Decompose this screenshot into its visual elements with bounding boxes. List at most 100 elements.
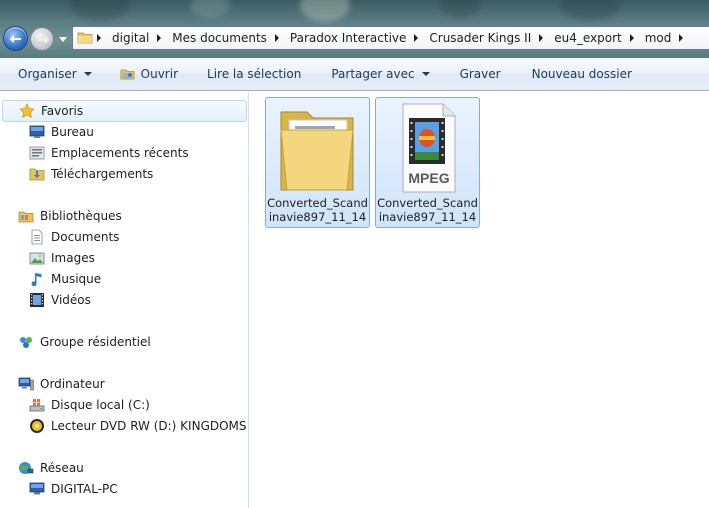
hard-drive-icon bbox=[29, 399, 45, 412]
nav-item-digital-pc[interactable]: DIGITAL-PC bbox=[29, 479, 118, 499]
downloads-folder-icon bbox=[29, 168, 45, 181]
dvd-disc-icon bbox=[30, 419, 44, 433]
libraries-icon bbox=[18, 211, 34, 223]
background-decoration bbox=[70, 0, 130, 20]
breadcrumb-mes-documents[interactable]: Mes documents bbox=[165, 27, 271, 49]
breadcrumb-chevron-icon[interactable] bbox=[410, 27, 422, 49]
computer-icon bbox=[18, 377, 34, 391]
star-icon bbox=[19, 103, 35, 118]
nav-item-dvd-drive[interactable]: Lecteur DVD RW (D:) KINGDOMS bbox=[29, 416, 247, 436]
nav-item-recent-places[interactable]: Emplacements récents bbox=[29, 143, 189, 163]
breadcrumb-paradox-interactive[interactable]: Paradox Interactive bbox=[283, 27, 410, 49]
nav-label: Bureau bbox=[51, 125, 94, 139]
nav-label: Images bbox=[51, 251, 95, 265]
nav-item-music[interactable]: Musique bbox=[29, 269, 101, 289]
breadcrumb-label: Crusader Kings II bbox=[429, 31, 532, 45]
mpeg-video-file-icon: MPEG bbox=[402, 103, 456, 193]
background-decoration bbox=[560, 0, 620, 20]
burn-label: Graver bbox=[459, 67, 501, 81]
command-bar: Organiser Ouvrir Lire la sélection Parta… bbox=[0, 58, 709, 91]
nav-item-homegroup[interactable]: Groupe résidentiel bbox=[18, 332, 151, 352]
address-bar[interactable]: digital Mes documents Paradox Interactiv… bbox=[72, 26, 709, 50]
breadcrumb-chevron-icon[interactable] bbox=[675, 27, 687, 49]
organize-label: Organiser bbox=[18, 67, 77, 81]
file-item-folder[interactable]: Converted_Scandinavie897_11_14 bbox=[265, 97, 370, 228]
mpeg-badge: MPEG bbox=[408, 170, 449, 186]
breadcrumb-label: Paradox Interactive bbox=[289, 31, 407, 45]
breadcrumb-crusader-kings[interactable]: Crusader Kings II bbox=[422, 27, 535, 49]
breadcrumb-label: digital bbox=[112, 31, 150, 45]
file-name: Converted_Scandinavie897_11_14 bbox=[267, 196, 368, 224]
desktop-icon bbox=[29, 125, 45, 138]
play-selection-label: Lire la sélection bbox=[207, 67, 302, 81]
breadcrumb-digital[interactable]: digital bbox=[105, 27, 153, 49]
nav-item-desktop[interactable]: Bureau bbox=[29, 122, 94, 142]
nav-item-network[interactable]: Réseau bbox=[18, 458, 84, 478]
back-button[interactable] bbox=[3, 26, 28, 51]
nav-label: Ordinateur bbox=[40, 377, 105, 391]
nav-label: Groupe résidentiel bbox=[40, 335, 151, 349]
folder-icon bbox=[280, 111, 354, 191]
nav-label: Musique bbox=[51, 272, 102, 286]
navigation-pane: Favoris Bureau Emplacements récents Télé… bbox=[0, 92, 249, 508]
share-label: Partager avec bbox=[331, 67, 415, 81]
nav-label: DIGITAL-PC bbox=[51, 482, 118, 496]
background-decoration bbox=[440, 0, 480, 18]
nav-label: Favoris bbox=[41, 104, 84, 118]
nav-item-downloads[interactable]: Téléchargements bbox=[29, 164, 153, 184]
open-with-icon bbox=[120, 69, 135, 80]
nav-label: Disque local (C:) bbox=[51, 398, 150, 412]
new-folder-label: Nouveau dossier bbox=[531, 67, 632, 81]
chevron-down-icon bbox=[421, 72, 430, 76]
breadcrumb-chevron-icon[interactable] bbox=[93, 27, 105, 49]
chevron-down-icon bbox=[83, 72, 92, 76]
breadcrumb-label: mod bbox=[644, 31, 672, 45]
background-decoration bbox=[190, 0, 230, 18]
document-icon bbox=[31, 229, 43, 245]
forward-button[interactable] bbox=[30, 27, 54, 51]
window-titlebar: digital Mes documents Paradox Interactiv… bbox=[0, 0, 709, 58]
network-icon bbox=[19, 462, 34, 474]
arrow-right-icon bbox=[38, 36, 50, 44]
share-with-button[interactable]: Partager avec bbox=[311, 62, 439, 86]
breadcrumb-chevron-icon[interactable] bbox=[626, 27, 638, 49]
breadcrumb-label: Mes documents bbox=[172, 31, 267, 45]
play-selection-button[interactable]: Lire la sélection bbox=[188, 62, 311, 86]
new-folder-button[interactable]: Nouveau dossier bbox=[511, 62, 642, 86]
breadcrumb-mod[interactable]: mod bbox=[638, 27, 676, 49]
film-icon bbox=[30, 293, 44, 307]
breadcrumb-chevron-icon[interactable] bbox=[153, 27, 165, 49]
nav-label: Bibliothèques bbox=[40, 209, 122, 223]
nav-label: Réseau bbox=[40, 461, 84, 475]
nav-item-libraries[interactable]: Bibliothèques bbox=[18, 206, 122, 226]
nav-label: Emplacements récents bbox=[51, 146, 189, 160]
open-button[interactable]: Ouvrir bbox=[102, 62, 188, 86]
picture-icon bbox=[29, 252, 45, 265]
breadcrumb-label: eu4_export bbox=[554, 31, 622, 45]
breadcrumb-eu4-export[interactable]: eu4_export bbox=[547, 27, 626, 49]
burn-button[interactable]: Graver bbox=[440, 62, 511, 86]
folder-icon bbox=[77, 32, 93, 44]
nav-item-computer[interactable]: Ordinateur bbox=[18, 374, 105, 394]
arrow-left-icon bbox=[9, 35, 21, 43]
nav-label: Lecteur DVD RW (D:) KINGDOMS bbox=[51, 419, 247, 433]
computer-icon bbox=[29, 482, 45, 495]
breadcrumb-chevron-icon[interactable] bbox=[535, 27, 547, 49]
recent-places-icon bbox=[29, 146, 45, 160]
nav-item-documents[interactable]: Documents bbox=[29, 227, 119, 247]
file-name: Converted_Scandinavie897_11_14 bbox=[377, 196, 478, 224]
nav-label: Vidéos bbox=[51, 293, 91, 307]
background-decoration bbox=[300, 0, 350, 22]
breadcrumb-chevron-icon[interactable] bbox=[271, 27, 283, 49]
nav-item-local-disk[interactable]: Disque local (C:) bbox=[29, 395, 150, 415]
recent-pages-dropdown[interactable] bbox=[58, 34, 68, 44]
nav-label: Documents bbox=[51, 230, 120, 244]
nav-item-images[interactable]: Images bbox=[29, 248, 95, 268]
nav-item-videos[interactable]: Vidéos bbox=[29, 290, 91, 310]
file-item-mpeg[interactable]: MPEG Converted_Scandinavie897_11_14 bbox=[375, 97, 480, 228]
music-note-icon bbox=[31, 273, 42, 287]
organize-button[interactable]: Organiser bbox=[0, 62, 102, 86]
nav-item-favorites[interactable]: Favoris bbox=[2, 100, 247, 122]
homegroup-icon bbox=[20, 337, 32, 348]
open-label: Ouvrir bbox=[140, 67, 179, 81]
